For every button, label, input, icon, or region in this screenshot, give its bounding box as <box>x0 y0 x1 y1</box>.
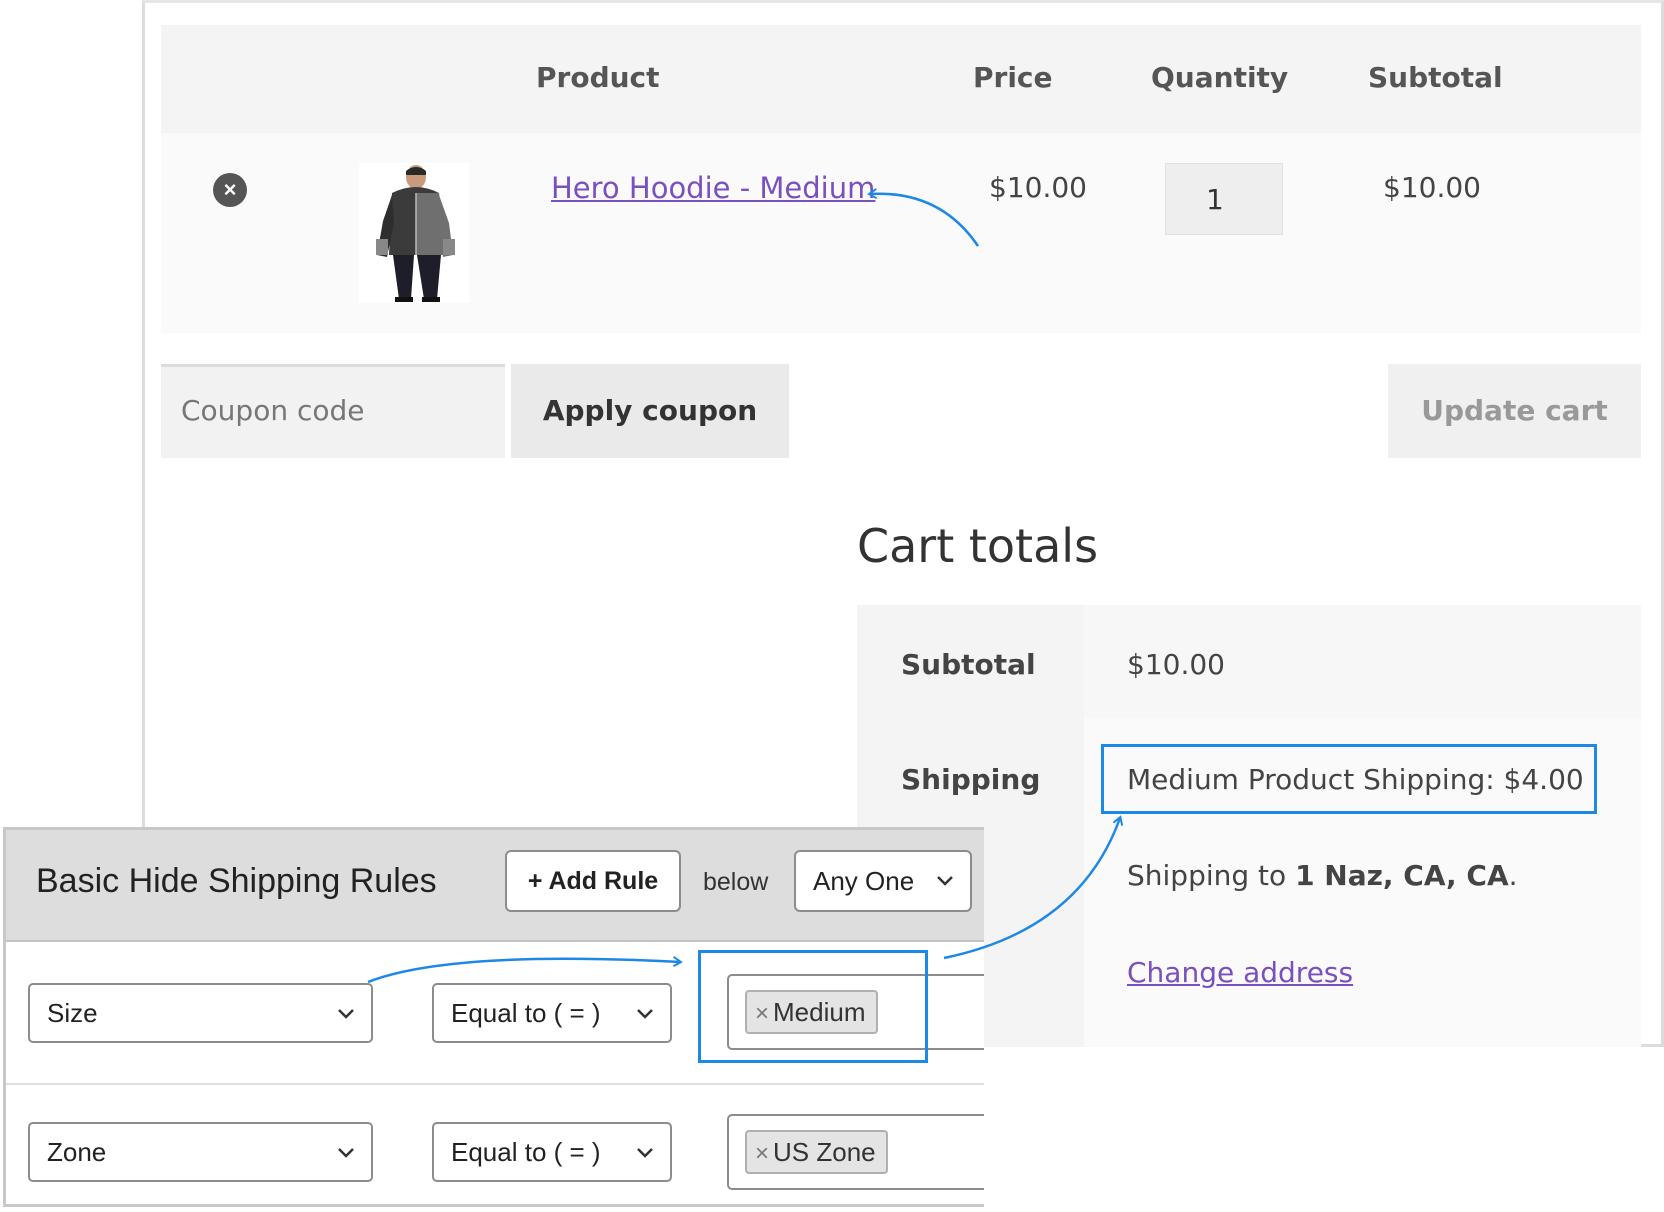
add-rule-button[interactable]: + Add Rule <box>505 850 681 912</box>
item-subtotal: $10.00 <box>1383 171 1481 204</box>
shipping-address: 1 Naz, CA, CA <box>1295 859 1509 892</box>
cart-table-header: Product Price Quantity Subtotal <box>161 25 1641 133</box>
chevron-down-icon <box>937 876 953 886</box>
cart-item-row: × Hero Hoodie - Medium $10.00 1 $10.00 <box>161 133 1641 333</box>
hide-shipping-rules-panel: Basic Hide Shipping Rules + Add Rule bel… <box>3 827 984 1207</box>
rule-field-select-size[interactable]: Size <box>28 983 373 1043</box>
column-header-quantity: Quantity <box>1151 61 1289 94</box>
rule-operator-value: Equal to ( = ) <box>451 1137 601 1167</box>
rule-operator-select-size[interactable]: Equal to ( = ) <box>432 983 672 1043</box>
chevron-down-icon <box>338 1148 354 1158</box>
item-price: $10.00 <box>989 171 1087 204</box>
match-mode-value: Any One <box>813 866 915 896</box>
product-link[interactable]: Hero Hoodie - Medium <box>551 171 875 205</box>
rule-value-field-zone[interactable]: × US Zone <box>727 1114 984 1190</box>
change-address-link[interactable]: Change address <box>1127 956 1353 989</box>
rule-value-token[interactable]: × US Zone <box>745 1130 888 1174</box>
rule-operator-select-zone[interactable]: Equal to ( = ) <box>432 1122 672 1182</box>
shipping-to-suffix: . <box>1508 859 1518 892</box>
shipping-to-prefix: Shipping to <box>1127 859 1296 892</box>
rule-operator-value: Equal to ( = ) <box>451 998 601 1028</box>
totals-subtotal-label: Subtotal <box>901 648 1036 681</box>
shipping-destination: Shipping to 1 Naz, CA, CA. <box>1127 859 1518 892</box>
rule-value-highlight <box>698 950 928 1063</box>
totals-subtotal-value: $10.00 <box>1127 648 1225 681</box>
rule-field-select-zone[interactable]: Zone <box>28 1122 373 1182</box>
update-cart-button[interactable]: Update cart <box>1388 364 1641 458</box>
column-header-price: Price <box>973 61 1053 94</box>
remove-circle-icon[interactable]: × <box>213 173 247 207</box>
shipping-method-value: Medium Product Shipping: $4.00 <box>1127 763 1584 796</box>
quantity-input[interactable]: 1 <box>1165 163 1283 235</box>
cart-totals-title: Cart totals <box>857 519 1099 573</box>
below-label: below <box>703 868 769 896</box>
apply-coupon-button[interactable]: Apply coupon <box>511 364 789 458</box>
match-mode-select[interactable]: Any One <box>794 850 972 912</box>
coupon-code-input[interactable]: Coupon code <box>161 364 505 458</box>
chevron-down-icon <box>637 1148 653 1158</box>
column-header-product: Product <box>536 61 660 94</box>
token-label: US Zone <box>773 1137 876 1167</box>
token-remove-icon[interactable]: × <box>755 1140 769 1167</box>
rules-panel-title: Basic Hide Shipping Rules <box>36 862 437 900</box>
rule-divider <box>6 1083 984 1085</box>
rule-field-value: Size <box>47 998 98 1028</box>
column-header-subtotal: Subtotal <box>1368 61 1503 94</box>
rule-field-value: Zone <box>47 1137 107 1167</box>
rules-panel-header: Basic Hide Shipping Rules + Add Rule bel… <box>6 830 984 942</box>
chevron-down-icon <box>338 1009 354 1019</box>
chevron-down-icon <box>637 1009 653 1019</box>
hoodie-thumbnail-image[interactable] <box>359 163 469 303</box>
totals-shipping-label: Shipping <box>901 763 1041 796</box>
